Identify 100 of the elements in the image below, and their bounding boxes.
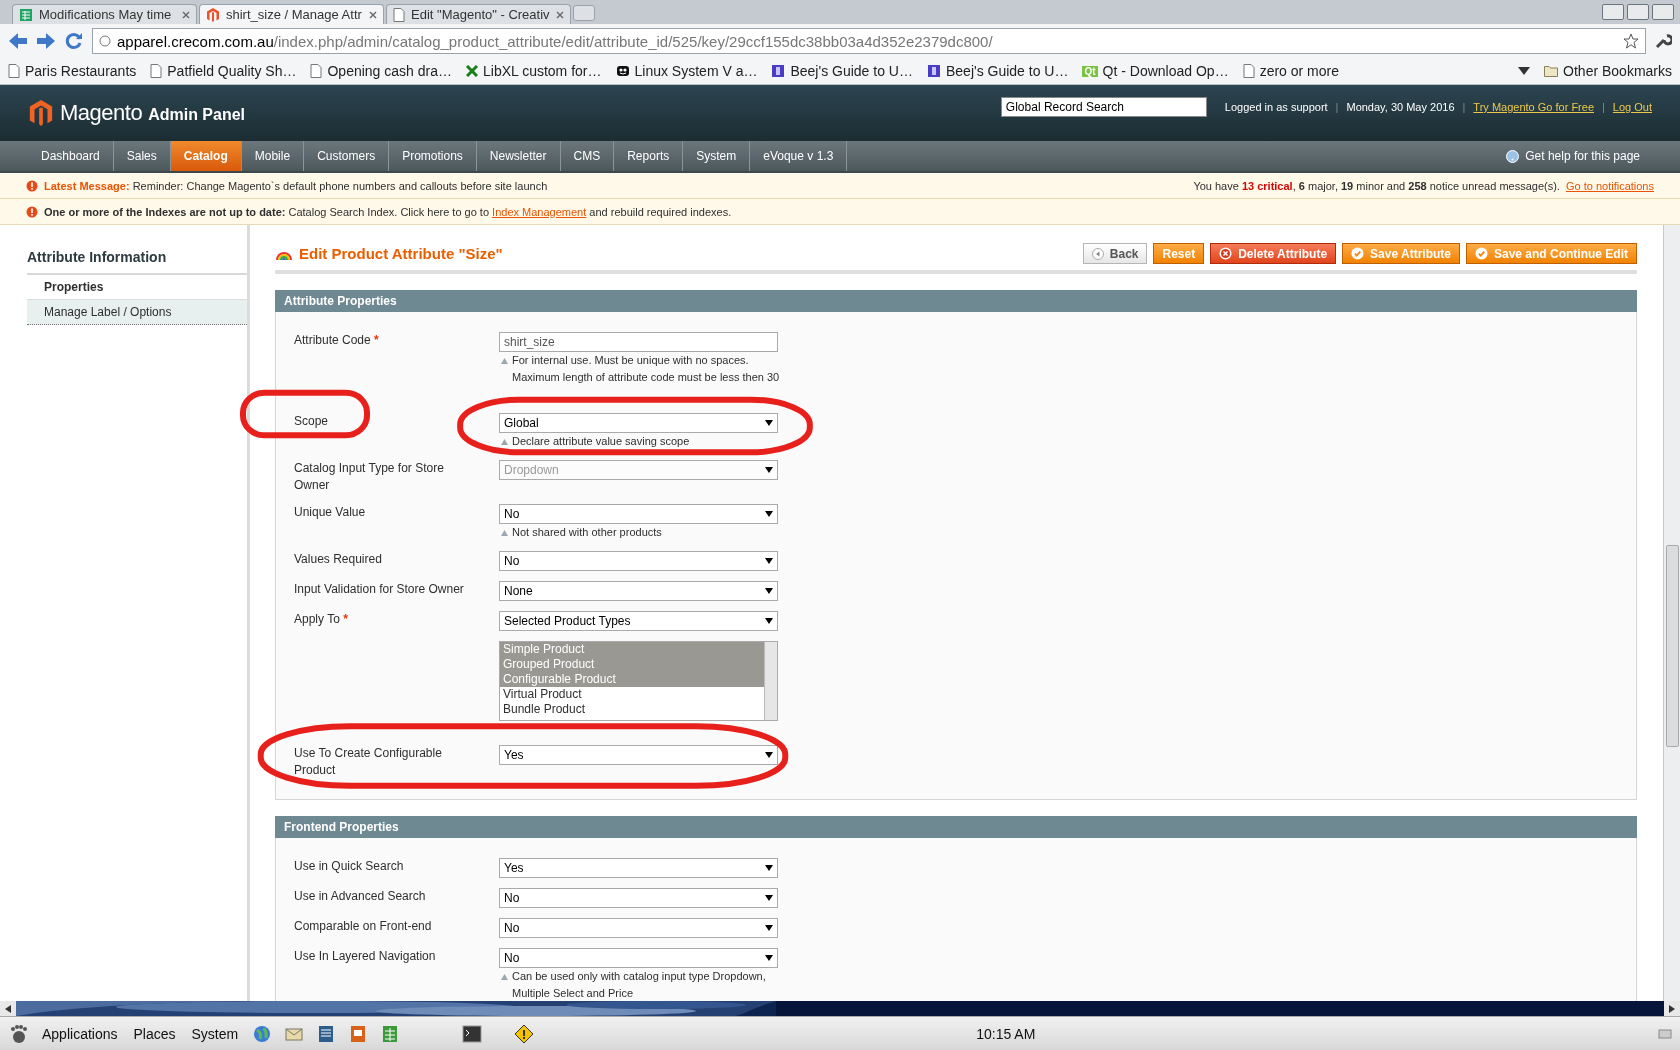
help-link[interactable]: Get help for this page: [1525, 149, 1640, 163]
nav-tab[interactable]: System: [683, 141, 751, 171]
clock: 10:15 AM: [976, 1025, 1036, 1042]
bookmark[interactable]: Opening cash dra…: [310, 63, 452, 79]
dropdown[interactable]: Yes: [499, 745, 778, 765]
search-field[interactable]: Global Record Search: [1000, 97, 1207, 117]
dropdown[interactable]: No: [499, 504, 778, 524]
tray-icon[interactable]: [1658, 1027, 1672, 1040]
right-arrow-icon[interactable]: [1669, 1004, 1675, 1013]
chevron-down-icon[interactable]: [1518, 67, 1531, 75]
bookmark[interactable]: Patfield Quality Sh…: [150, 63, 297, 79]
header-link[interactable]: Log Out: [1612, 101, 1652, 113]
minimize-button[interactable]: [1602, 4, 1624, 20]
caret-icon: [765, 420, 773, 426]
bookmark-folder[interactable]: Other Bookmarks: [1544, 63, 1672, 79]
hexagon-logo-icon: [206, 7, 220, 22]
caret-icon: [765, 925, 773, 931]
restore-button[interactable]: [1627, 4, 1649, 20]
taskbar-menu[interactable]: Applications: [40, 1025, 120, 1042]
caret-icon: [765, 752, 773, 758]
nav-tab[interactable]: Mobile: [241, 141, 305, 171]
index-warning: One or more of the Indexes are not up to date: Catalog Search Index. Click here to go to Index Management and rebuild required indexes.: [44, 205, 732, 218]
nav-tab[interactable]: Customers: [304, 141, 390, 171]
bookmark[interactable]: Beej's Guide to U…: [926, 63, 1069, 79]
cross-icon: [466, 65, 478, 77]
help-icon[interactable]: [1506, 149, 1520, 163]
page-icon: [8, 64, 20, 78]
triangle-icon: [501, 530, 508, 536]
field-label: Values Required: [294, 552, 382, 566]
browser-tab[interactable]: Modifications May time: [12, 4, 197, 24]
sidebar-tab[interactable]: Manage Label / Options: [27, 300, 247, 325]
field-label: Scope: [294, 414, 329, 428]
message-summary: You have 13 critical, 6 major, 19 minor and 258 notice unread message(s).: [1193, 179, 1560, 192]
nav-tab[interactable]: CMS: [560, 141, 615, 171]
field-hint: For internal use. Must be unique with no spaces. Maximum length of attribute code must be less then 30: [512, 353, 780, 385]
browser-tab[interactable]: Edit "Magento" - Creativ: [386, 4, 571, 24]
header-link[interactable]: Try Magento Go for Free: [1473, 101, 1594, 113]
star-icon[interactable]: [1623, 33, 1639, 49]
text-field[interactable]: shirt_size: [499, 332, 778, 352]
scrollbar[interactable]: [1663, 225, 1680, 1001]
foot-icon[interactable]: [8, 1023, 28, 1044]
nav-tab[interactable]: Reports: [614, 141, 684, 171]
scrollbar[interactable]: [764, 642, 777, 720]
nav-tab[interactable]: eVoque v 1.3: [750, 141, 848, 171]
back-arrow-icon[interactable]: [8, 32, 28, 50]
page-icon: [1242, 64, 1255, 78]
page-icon: [393, 7, 405, 22]
field-label: Catalog Input Type for Store Owner: [294, 461, 444, 492]
dropdown[interactable]: No: [499, 948, 778, 968]
close-button[interactable]: [1652, 4, 1674, 20]
nav-tab[interactable]: Newsletter: [476, 141, 561, 171]
separator: |: [1462, 101, 1466, 113]
list-option[interactable]: Virtual Product: [500, 687, 764, 702]
smiley-icon: [615, 64, 630, 78]
warning-diamond-icon[interactable]: [514, 1023, 535, 1044]
dropdown[interactable]: Selected Product Types: [499, 611, 778, 631]
bookmark[interactable]: Beej's Guide to U…: [771, 63, 913, 79]
checkmark-circle-icon: [1475, 247, 1488, 260]
login-status: Logged in as support: [1224, 101, 1328, 113]
dropdown[interactable]: None: [499, 581, 778, 601]
field-hint: Not shared with other products: [512, 525, 662, 540]
multi-select-list[interactable]: Simple Product Grouped Product Configurable Product Virtual Product Bundle Product: [499, 641, 778, 721]
terminal-icon[interactable]: [462, 1024, 483, 1043]
browser-tab[interactable]: shirt_size / Manage Attr: [199, 4, 384, 24]
close-icon[interactable]: [182, 10, 190, 19]
nav-tab[interactable]: Promotions: [389, 141, 477, 171]
nav-tab[interactable]: Sales: [113, 141, 171, 171]
bookmark[interactable]: Paris Restaurants: [8, 63, 137, 79]
nav-tab[interactable]: Dashboard: [28, 141, 114, 171]
logo-text: Magento: [60, 100, 143, 126]
left-arrow-icon[interactable]: [5, 1004, 11, 1013]
dropdown[interactable]: Global: [499, 413, 778, 433]
close-icon[interactable]: [556, 10, 564, 19]
page-title: Edit Product Attribute "Size": [299, 245, 503, 262]
wrench-icon[interactable]: [1654, 32, 1672, 50]
action-button[interactable]: Back: [1082, 243, 1148, 264]
index-management-link[interactable]: Index Management: [492, 205, 587, 218]
dropdown[interactable]: No: [499, 888, 778, 908]
forward-arrow-icon[interactable]: [36, 32, 56, 50]
page-icon: [310, 64, 323, 78]
bookmark[interactable]: LibXL custom for…: [466, 63, 602, 79]
field-label: Use in Quick Search: [294, 859, 404, 873]
qt-icon: Qt: [1082, 65, 1098, 77]
notifications-link[interactable]: Go to notifications: [1565, 179, 1654, 192]
address-bar[interactable]: apparel.crecom.com.au/index.php/admin/catalog_product_attribute/edit/attribute_id/525/key/29ccf155dc38bb03a4d352e2379dc800/: [92, 28, 1646, 54]
bookmark[interactable]: Qt Qt - Download Op…: [1082, 63, 1229, 79]
taskbar-menu[interactable]: System: [189, 1025, 241, 1042]
list-option[interactable]: Bundle Product: [500, 702, 764, 717]
dropdown[interactable]: Yes: [499, 858, 778, 878]
reload-icon[interactable]: [64, 31, 84, 51]
bookmark[interactable]: Linux System V a…: [615, 63, 758, 79]
taskbar-menu[interactable]: Places: [131, 1025, 178, 1042]
left-arrow-circle-icon: [1091, 247, 1104, 260]
close-icon[interactable]: [369, 10, 377, 19]
caret-icon: [765, 955, 773, 961]
book-icon: [771, 64, 786, 78]
page-icon: [150, 64, 163, 78]
dropdown[interactable]: No: [499, 551, 778, 571]
bookmark[interactable]: zero or more: [1242, 63, 1339, 79]
dropdown[interactable]: No: [499, 918, 778, 938]
